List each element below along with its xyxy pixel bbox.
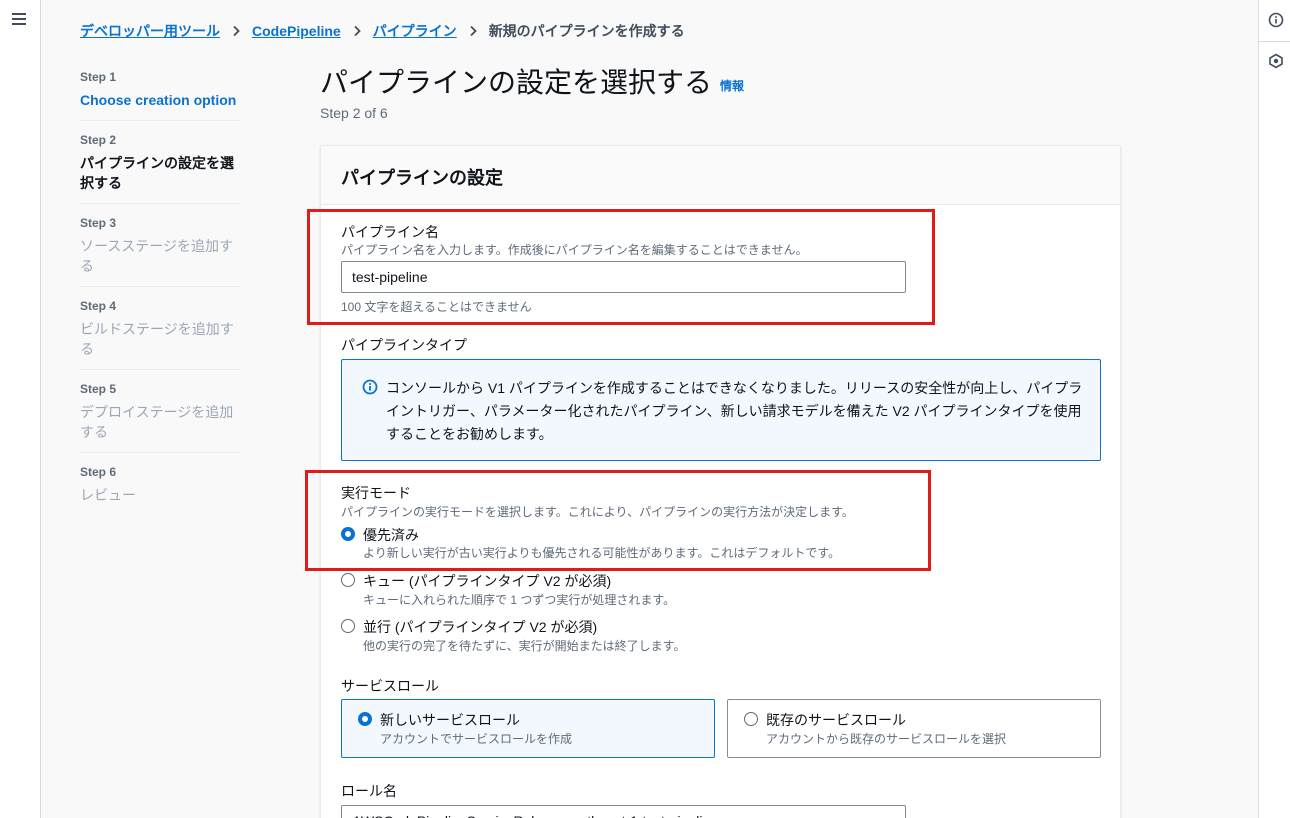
step-number: Step 4 (80, 299, 117, 313)
breadcrumb-pipelines[interactable]: パイプライン (373, 21, 457, 41)
step-number: Step 5 (80, 382, 117, 396)
pipeline-type-label: パイプラインタイプ (341, 337, 467, 353)
menu-icon[interactable] (12, 13, 26, 25)
step-title-disabled: ソースステージを追加する (80, 238, 234, 274)
step-counter: Step 2 of 6 (320, 105, 388, 121)
execution-mode-label: 実行モード (341, 485, 411, 501)
step-number: Step 3 (80, 216, 117, 230)
service-role-label: サービスロール (341, 678, 439, 694)
execution-mode-description: パイプラインの実行モードを選択します。これにより、パイプラインの実行方法が決定し… (341, 505, 854, 519)
feedback-icon[interactable] (1268, 53, 1284, 69)
step-1: Step 1 Choose creation option (80, 70, 240, 110)
step-6: Step 6 レビュー (80, 465, 240, 505)
tile-description: アカウントでサービスロールを作成 (380, 732, 573, 746)
pipeline-name-input[interactable]: test-pipeline (341, 261, 906, 293)
existing-service-role-tile[interactable]: 既存のサービスロール アカウントから既存のサービスロールを選択 (727, 699, 1101, 758)
pipeline-settings-container: パイプラインの設定 パイプライン名 パイプライン名を入力します。作成後にパイプラ… (320, 145, 1121, 818)
tools-rail (1258, 0, 1290, 818)
role-name-input[interactable]: AWSCodePipelineServiceRole-ap-northeast-… (341, 805, 906, 818)
chevron-right-icon (457, 25, 489, 37)
step-title-link[interactable]: Choose creation option (80, 90, 240, 110)
pipeline-name-description: パイプライン名を入力します。作成後にパイプライン名を編集することはできません。 (341, 243, 808, 257)
page-title: パイプラインの設定を選択する (320, 67, 713, 98)
execution-mode-queued-radio[interactable] (341, 573, 355, 587)
step-title-active: パイプラインの設定を選択する (80, 155, 234, 191)
step-divider (80, 369, 240, 370)
step-title-disabled: ビルドステージを追加する (80, 321, 234, 357)
tile-label: 既存のサービスロール (766, 712, 906, 728)
pipeline-type-info-alert: コンソールから V1 パイプラインを作成することはできなくなりました。リリースの… (341, 359, 1101, 461)
new-service-role-radio[interactable] (358, 712, 372, 726)
tile-label: 新しいサービスロール (380, 712, 520, 728)
pipeline-name-constraint: 100 文字を超えることはできません (341, 300, 532, 314)
step-4: Step 4 ビルドステージを追加する (80, 299, 240, 359)
step-title-disabled: デプロイステージを追加する (80, 404, 234, 440)
step-divider (80, 120, 240, 121)
step-divider (80, 286, 240, 287)
container-header: パイプラインの設定 (321, 146, 1120, 205)
alert-message: コンソールから V1 パイプラインを作成することはできなくなりました。リリースの… (386, 380, 1083, 442)
step-number: Step 1 (80, 70, 117, 84)
tile-description: アカウントから既存のサービスロールを選択 (766, 732, 1007, 746)
breadcrumb-developer-tools[interactable]: デベロッパー用ツール (80, 21, 220, 41)
execution-mode-option-label[interactable]: キュー (パイプラインタイプ V2 が必須) (363, 571, 611, 591)
execution-mode-option-description: より新しい実行が古い実行よりも優先される可能性があります。これはデフォルトです。 (363, 546, 841, 560)
breadcrumb: デベロッパー用ツール CodePipeline パイプライン 新規のパイプライン… (80, 21, 685, 41)
execution-mode-option-label[interactable]: 並行 (パイプラインタイプ V2 が必須) (363, 617, 597, 637)
info-circle-icon (362, 379, 378, 395)
chevron-right-icon (220, 25, 252, 37)
step-number: Step 2 (80, 133, 117, 147)
step-divider (80, 203, 240, 204)
step-divider (80, 452, 240, 453)
info-link[interactable]: 情報 (720, 77, 744, 94)
chevron-right-icon (341, 25, 373, 37)
new-service-role-tile[interactable]: 新しいサービスロール アカウントでサービスロールを作成 (341, 699, 715, 758)
role-name-label: ロール名 (341, 783, 397, 799)
info-circle-icon[interactable] (1268, 12, 1284, 28)
navigation-rail (0, 0, 41, 818)
existing-service-role-radio[interactable] (744, 712, 758, 726)
step-2: Step 2 パイプラインの設定を選択する (80, 133, 240, 193)
container-title: パイプラインの設定 (341, 168, 503, 188)
breadcrumb-codepipeline[interactable]: CodePipeline (252, 23, 341, 39)
breadcrumb-current: 新規のパイプラインを作成する (488, 23, 685, 39)
execution-mode-option-description: キューに入れられた順序で 1 つずつ実行が処理されます。 (363, 593, 676, 607)
execution-mode-superseded-radio[interactable] (341, 527, 355, 541)
rail-divider (1259, 41, 1290, 42)
execution-mode-option-label[interactable]: 優先済み (363, 525, 419, 545)
execution-mode-option-description: 他の実行の完了を待たずに、実行が開始または終了します。 (363, 639, 686, 653)
step-3: Step 3 ソースステージを追加する (80, 216, 240, 276)
pipeline-name-label: パイプライン名 (341, 224, 439, 240)
step-number: Step 6 (80, 465, 117, 479)
execution-mode-parallel-radio[interactable] (341, 619, 355, 633)
step-title-disabled: レビュー (80, 487, 136, 503)
step-5: Step 5 デプロイステージを追加する (80, 382, 240, 442)
